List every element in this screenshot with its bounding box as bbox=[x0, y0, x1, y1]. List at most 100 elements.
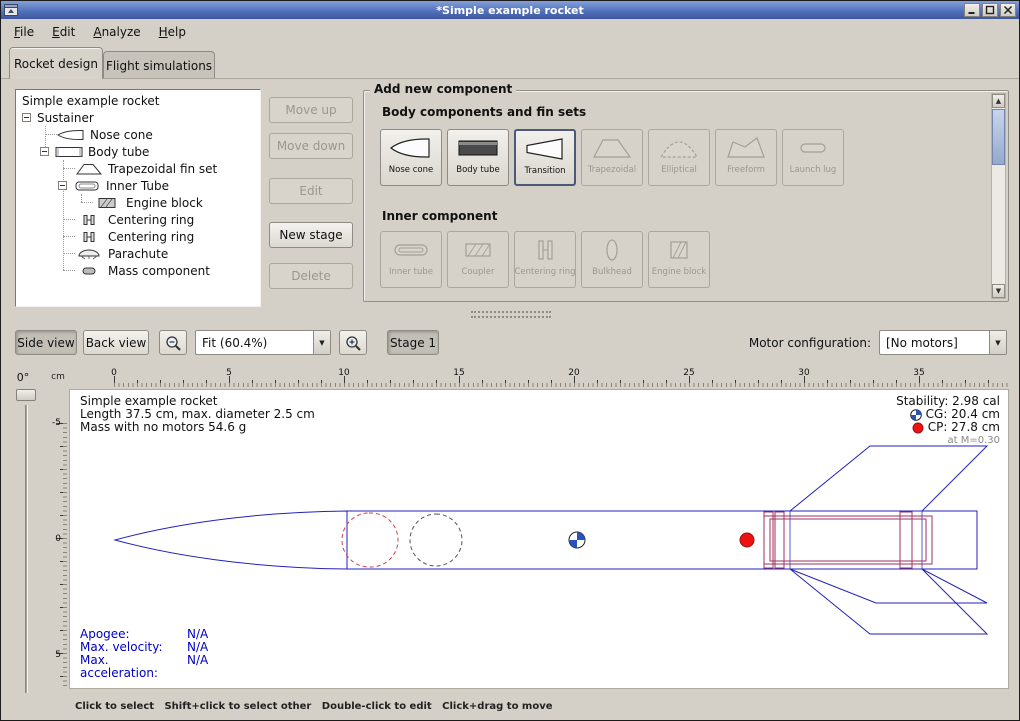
add-transition-button[interactable]: Transition bbox=[514, 129, 576, 186]
rotation-slider-thumb[interactable] bbox=[16, 389, 36, 401]
engine-block-icon bbox=[93, 197, 121, 209]
engine-mount-outline bbox=[764, 512, 932, 568]
rocket-mass: Mass with no motors 54.6 g bbox=[80, 421, 315, 434]
stage-1-toggle[interactable]: Stage 1 bbox=[387, 330, 439, 355]
tree-item-centering-ring-2[interactable]: Centering ring bbox=[16, 228, 260, 245]
close-button[interactable] bbox=[1000, 3, 1016, 17]
edit-label: Edit bbox=[299, 184, 322, 198]
collapse-handle-icon[interactable] bbox=[22, 113, 31, 122]
zoom-in-icon bbox=[344, 334, 362, 352]
chevron-down-icon[interactable]: ▼ bbox=[313, 331, 330, 354]
add-launch-lug-button[interactable]: Launch lug bbox=[782, 129, 844, 186]
add-coupler-button[interactable]: Coupler bbox=[447, 231, 509, 288]
add-freeform-fin-button[interactable]: Freeform bbox=[715, 129, 777, 186]
tree-item-label: Mass component bbox=[108, 264, 210, 278]
tree-item-parachute[interactable]: Parachute bbox=[16, 245, 260, 262]
tree-item-body-tube[interactable]: Body tube bbox=[16, 143, 260, 160]
collapse-handle-icon[interactable] bbox=[58, 181, 67, 190]
centering-ring-icon bbox=[75, 231, 103, 243]
ruler-unit-label: cm bbox=[47, 367, 69, 387]
ruler-label: -5 bbox=[52, 418, 61, 428]
menu-file[interactable]: File bbox=[5, 21, 43, 43]
scroll-down-icon[interactable]: ▼ bbox=[992, 284, 1005, 298]
tree-item-centering-ring-1[interactable]: Centering ring bbox=[16, 211, 260, 228]
splitter-handle[interactable] bbox=[471, 316, 551, 318]
splitter-handle[interactable] bbox=[471, 311, 551, 313]
move-down-label: Move down bbox=[277, 139, 345, 153]
tree-item-label: Trapezoidal fin set bbox=[108, 162, 217, 176]
side-view-label: Side view bbox=[17, 336, 74, 350]
edit-button[interactable]: Edit bbox=[269, 178, 353, 204]
zoom-out-button[interactable] bbox=[159, 330, 187, 355]
add-elliptical-fin-button[interactable]: Elliptical bbox=[648, 129, 710, 186]
menu-help[interactable]: Help bbox=[150, 21, 195, 43]
add-bulkhead-button[interactable]: Bulkhead bbox=[581, 231, 643, 288]
tree-item-label: Body tube bbox=[88, 145, 149, 159]
delete-label: Delete bbox=[291, 269, 330, 283]
horizontal-ruler: 0 5 10 15 20 25 30 35 bbox=[69, 367, 1009, 387]
add-centering-ring-button[interactable]: Centering ring bbox=[514, 231, 576, 288]
rocket-drawing[interactable] bbox=[70, 390, 1008, 688]
minimize-icon bbox=[967, 5, 977, 15]
add-trapezoidal-fin-button[interactable]: Trapezoidal bbox=[581, 129, 643, 186]
tree-item-fin-set[interactable]: Trapezoidal fin set bbox=[16, 160, 260, 177]
fin-upper-outline bbox=[790, 446, 987, 511]
elliptical-fin-icon bbox=[657, 134, 701, 162]
tree-item-rocket[interactable]: Simple example rocket bbox=[16, 92, 260, 109]
title-bar[interactable]: *Simple example rocket bbox=[1, 1, 1019, 19]
zoom-in-button[interactable] bbox=[339, 330, 367, 355]
tab-rocket-design[interactable]: Rocket design bbox=[9, 47, 103, 79]
motor-configuration-select[interactable]: [No motors] ▼ bbox=[879, 330, 1007, 355]
zoom-level-select[interactable]: Fit (60.4%) ▼ bbox=[195, 330, 331, 355]
tree-item-nose-cone[interactable]: Nose cone bbox=[16, 126, 260, 143]
component-panel-scrollbar[interactable]: ▲ ▼ bbox=[991, 93, 1006, 299]
add-engine-block-button[interactable]: Engine block bbox=[648, 231, 710, 288]
side-view-button[interactable]: Side view bbox=[15, 330, 77, 355]
tree-item-engine-block[interactable]: Engine block bbox=[16, 194, 260, 211]
rotation-slider-track[interactable] bbox=[25, 405, 28, 693]
freeform-fin-icon bbox=[724, 134, 768, 162]
tab-flight-simulations[interactable]: Flight simulations bbox=[103, 51, 215, 79]
tree-item-label: Centering ring bbox=[108, 230, 194, 244]
stage-1-label: Stage 1 bbox=[390, 336, 436, 350]
parachute-outline bbox=[342, 513, 398, 567]
maximize-button[interactable] bbox=[982, 3, 998, 17]
component-tree[interactable]: Simple example rocket Sustainer Nose con… bbox=[15, 89, 261, 307]
ruler-label: 25 bbox=[683, 368, 694, 378]
inner-tube-icon bbox=[389, 236, 433, 264]
rocket-info: Simple example rocket Length 37.5 cm, ma… bbox=[80, 395, 315, 434]
tree-item-sustainer[interactable]: Sustainer bbox=[16, 109, 260, 126]
tree-item-label: Parachute bbox=[108, 247, 168, 261]
mach-condition: at M=0.30 bbox=[896, 434, 1000, 447]
inner-component-label: Inner component bbox=[382, 209, 497, 223]
ruler-label: 0 bbox=[111, 368, 117, 378]
move-up-button[interactable]: Move up bbox=[269, 97, 353, 123]
cp-value: CP: 27.8 cm bbox=[928, 421, 1000, 434]
move-down-button[interactable]: Move down bbox=[269, 133, 353, 159]
inner-tube-icon bbox=[73, 180, 101, 192]
back-view-button[interactable]: Back view bbox=[83, 330, 149, 355]
move-up-label: Move up bbox=[285, 103, 336, 117]
add-nose-cone-button[interactable]: Nose cone bbox=[380, 129, 442, 186]
tree-item-mass-component[interactable]: Mass component bbox=[16, 262, 260, 279]
status-bar: Click to select Shift+click to select ot… bbox=[1, 693, 1019, 719]
chevron-down-icon[interactable]: ▼ bbox=[989, 331, 1006, 354]
ruler-label: 35 bbox=[913, 368, 924, 378]
body-components-label: Body components and fin sets bbox=[382, 105, 586, 119]
flight-data: Apogee:N/A Max. velocity:N/A Max. accele… bbox=[80, 628, 208, 680]
menu-edit[interactable]: Edit bbox=[43, 21, 84, 43]
scroll-up-icon[interactable]: ▲ bbox=[992, 94, 1005, 108]
new-stage-button[interactable]: New stage bbox=[269, 222, 353, 248]
add-component-title: Add new component bbox=[370, 82, 516, 96]
tree-item-inner-tube[interactable]: Inner Tube bbox=[16, 177, 260, 194]
delete-button[interactable]: Delete bbox=[269, 263, 353, 289]
close-icon bbox=[1003, 5, 1013, 15]
menu-analyze[interactable]: Analyze bbox=[84, 21, 149, 43]
rocket-design-canvas[interactable]: Simple example rocket Length 37.5 cm, ma… bbox=[69, 389, 1009, 689]
collapse-handle-icon[interactable] bbox=[40, 147, 49, 156]
rotation-angle-label: 0° bbox=[7, 371, 39, 384]
scrollbar-thumb[interactable] bbox=[992, 109, 1005, 165]
minimize-button[interactable] bbox=[964, 3, 980, 17]
add-body-tube-button[interactable]: Body tube bbox=[447, 129, 509, 186]
add-inner-tube-button[interactable]: Inner tube bbox=[380, 231, 442, 288]
